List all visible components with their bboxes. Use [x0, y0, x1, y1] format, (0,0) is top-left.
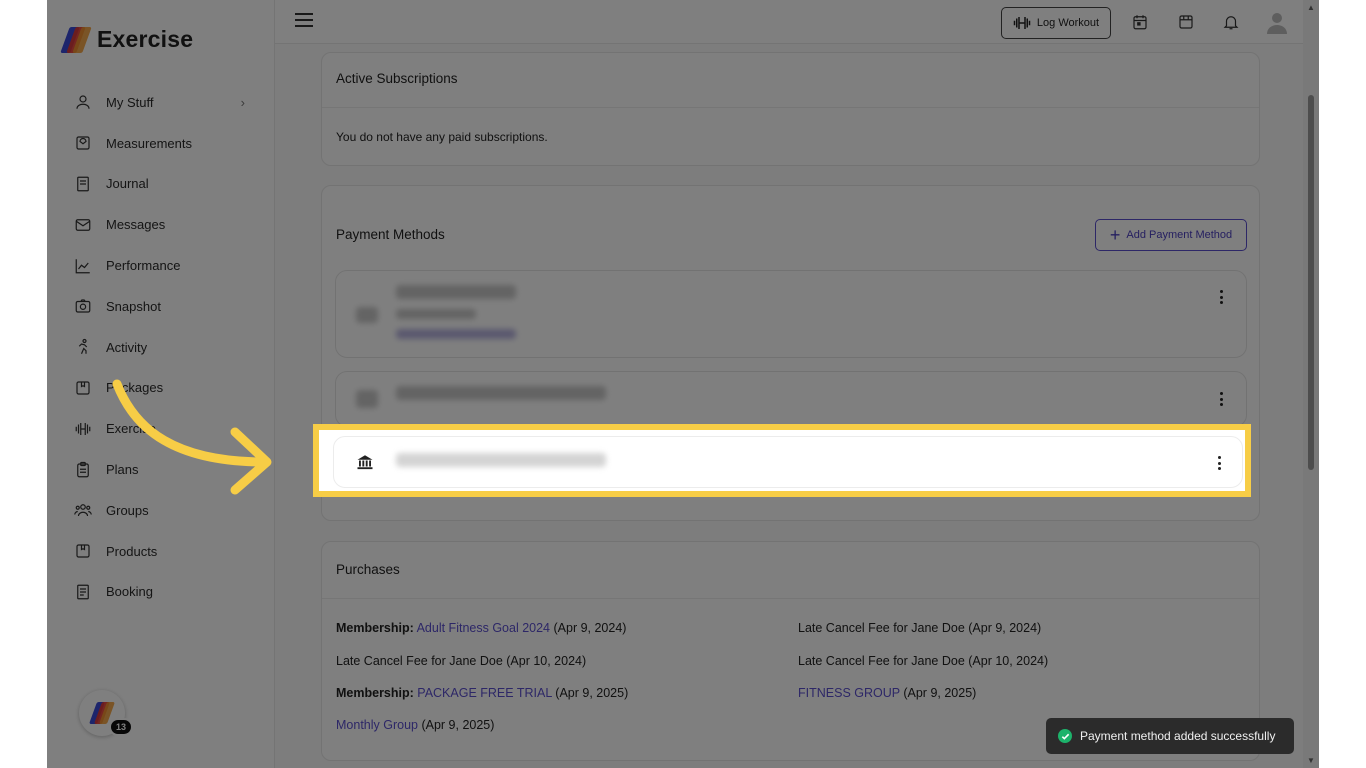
highlight-frame [313, 424, 1251, 497]
plus-icon: + [1109, 225, 1121, 245]
app-name: Exercise [97, 26, 194, 52]
clipboard-icon [77, 461, 89, 477]
payment-method-card-1[interactable] [335, 270, 1247, 358]
package-icon [76, 381, 90, 395]
sidebar-item-products[interactable]: Products [47, 531, 275, 572]
sidebar-item-label: Booking [106, 584, 153, 600]
store-icon[interactable] [1177, 13, 1195, 31]
scale-icon [76, 136, 90, 150]
exercise-logo-icon [88, 702, 116, 724]
sidebar-item-label: Products [106, 543, 158, 559]
sidebar-item-booking[interactable]: Booking [47, 572, 275, 613]
callout-arrow-icon [112, 379, 272, 495]
purchase-item: Membership: Adult Fitness Goal 2024 (Apr… [336, 621, 627, 635]
calendar-icon[interactable] [1131, 13, 1149, 31]
more-options-icon[interactable] [1212, 390, 1230, 408]
log-workout-label: Log Workout [1036, 17, 1100, 29]
toast-notification: Payment method added successfully [1046, 718, 1294, 754]
purchase-item: Late Cancel Fee for Jane Doe (Apr 10, 20… [798, 654, 1049, 668]
add-payment-method-button[interactable]: + Add Payment Method [1095, 219, 1247, 251]
add-payment-method-label: Add Payment Method [1126, 229, 1233, 241]
sidebar-item-measurements[interactable]: Measurements [47, 123, 275, 164]
sidebar-item-performance[interactable]: Performance [47, 245, 275, 286]
payment-methods-title: Payment Methods [336, 227, 445, 242]
scroll-up-icon[interactable]: ▲ [1307, 3, 1315, 12]
sidebar-item-label: My Stuff [106, 94, 154, 110]
help-launcher-button[interactable]: 13 [79, 690, 133, 736]
sidebar-item-label: Performance [106, 258, 181, 274]
subscriptions-empty-text: You do not have any paid subscriptions. [336, 130, 548, 144]
sidebar-item-snapshot[interactable]: Snapshot [47, 286, 275, 327]
purchase-item: FITNESS GROUP (Apr 9, 2025) [798, 686, 977, 700]
purchase-item: Late Cancel Fee for Jane Doe (Apr 10, 20… [336, 654, 587, 668]
hamburger-menu-icon[interactable] [295, 13, 313, 31]
sidebar-item-label: Measurements [106, 135, 192, 151]
sidebar-item-label: Journal [106, 176, 149, 192]
chart-icon [75, 258, 90, 273]
sidebar-nav: My Stuff › Measurements Journal Messages… [47, 82, 275, 612]
purchase-item: Membership: PACKAGE FREE TRIAL (Apr 9, 2… [336, 686, 629, 700]
avatar-icon[interactable] [1265, 10, 1289, 34]
sidebar-item-label: Snapshot [106, 298, 161, 314]
chevron-right-icon: › [240, 95, 245, 110]
purchase-link[interactable]: PACKAGE FREE TRIAL [417, 686, 552, 700]
purchase-link[interactable]: Monthly Group [336, 718, 418, 732]
exercise-logo-icon [60, 26, 92, 53]
journal-icon [77, 176, 89, 192]
sidebar-item-label: Messages [106, 217, 166, 233]
page-margin-right [1319, 0, 1366, 768]
sidebar-item-messages[interactable]: Messages [47, 204, 275, 245]
purchase-item: Late Cancel Fee for Jane Doe (Apr 9, 202… [798, 621, 1042, 635]
more-options-icon[interactable] [1212, 288, 1230, 306]
scroll-down-icon[interactable]: ▼ [1307, 756, 1315, 765]
payment-method-card-2[interactable] [335, 371, 1247, 427]
sidebar-item-my-stuff[interactable]: My Stuff › [47, 82, 275, 123]
mail-icon [75, 218, 91, 231]
scrollbar[interactable]: ▲ ▼ [1303, 0, 1319, 768]
running-icon [78, 339, 88, 355]
camera-icon [75, 299, 91, 313]
purchases-title: Purchases [336, 562, 400, 577]
more-options-icon[interactable] [1210, 454, 1228, 472]
subscriptions-card: Active Subscriptions You do not have any… [321, 52, 1260, 166]
check-circle-icon [1058, 729, 1072, 743]
notification-count-badge: 13 [108, 718, 133, 736]
toast-message: Payment method added successfully [1080, 729, 1276, 743]
sidebar-item-activity[interactable]: Activity [47, 327, 275, 368]
sidebar-item-journal[interactable]: Journal [47, 164, 275, 205]
app-logo[interactable]: Exercise [60, 26, 194, 53]
page-margin-left [0, 0, 47, 768]
subscriptions-title: Active Subscriptions [336, 71, 458, 86]
dumbbell-icon [75, 422, 91, 435]
user-icon [76, 95, 90, 110]
purchase-link[interactable]: FITNESS GROUP [798, 686, 900, 700]
box-icon [76, 544, 90, 558]
bank-icon [357, 455, 373, 470]
book-icon [77, 584, 89, 600]
purchase-item: Monthly Group (Apr 9, 2025) [336, 718, 495, 732]
bell-icon[interactable] [1222, 13, 1240, 31]
groups-icon [74, 504, 92, 517]
dumbbell-icon [1013, 17, 1031, 29]
purchase-link[interactable]: Adult Fitness Goal 2024 [417, 621, 550, 635]
topbar: Log Workout [275, 0, 1319, 44]
sidebar-item-label: Activity [106, 339, 148, 355]
log-workout-button[interactable]: Log Workout [1001, 7, 1111, 39]
payment-method-card-new[interactable] [333, 436, 1243, 488]
scroll-thumb[interactable] [1308, 95, 1314, 470]
